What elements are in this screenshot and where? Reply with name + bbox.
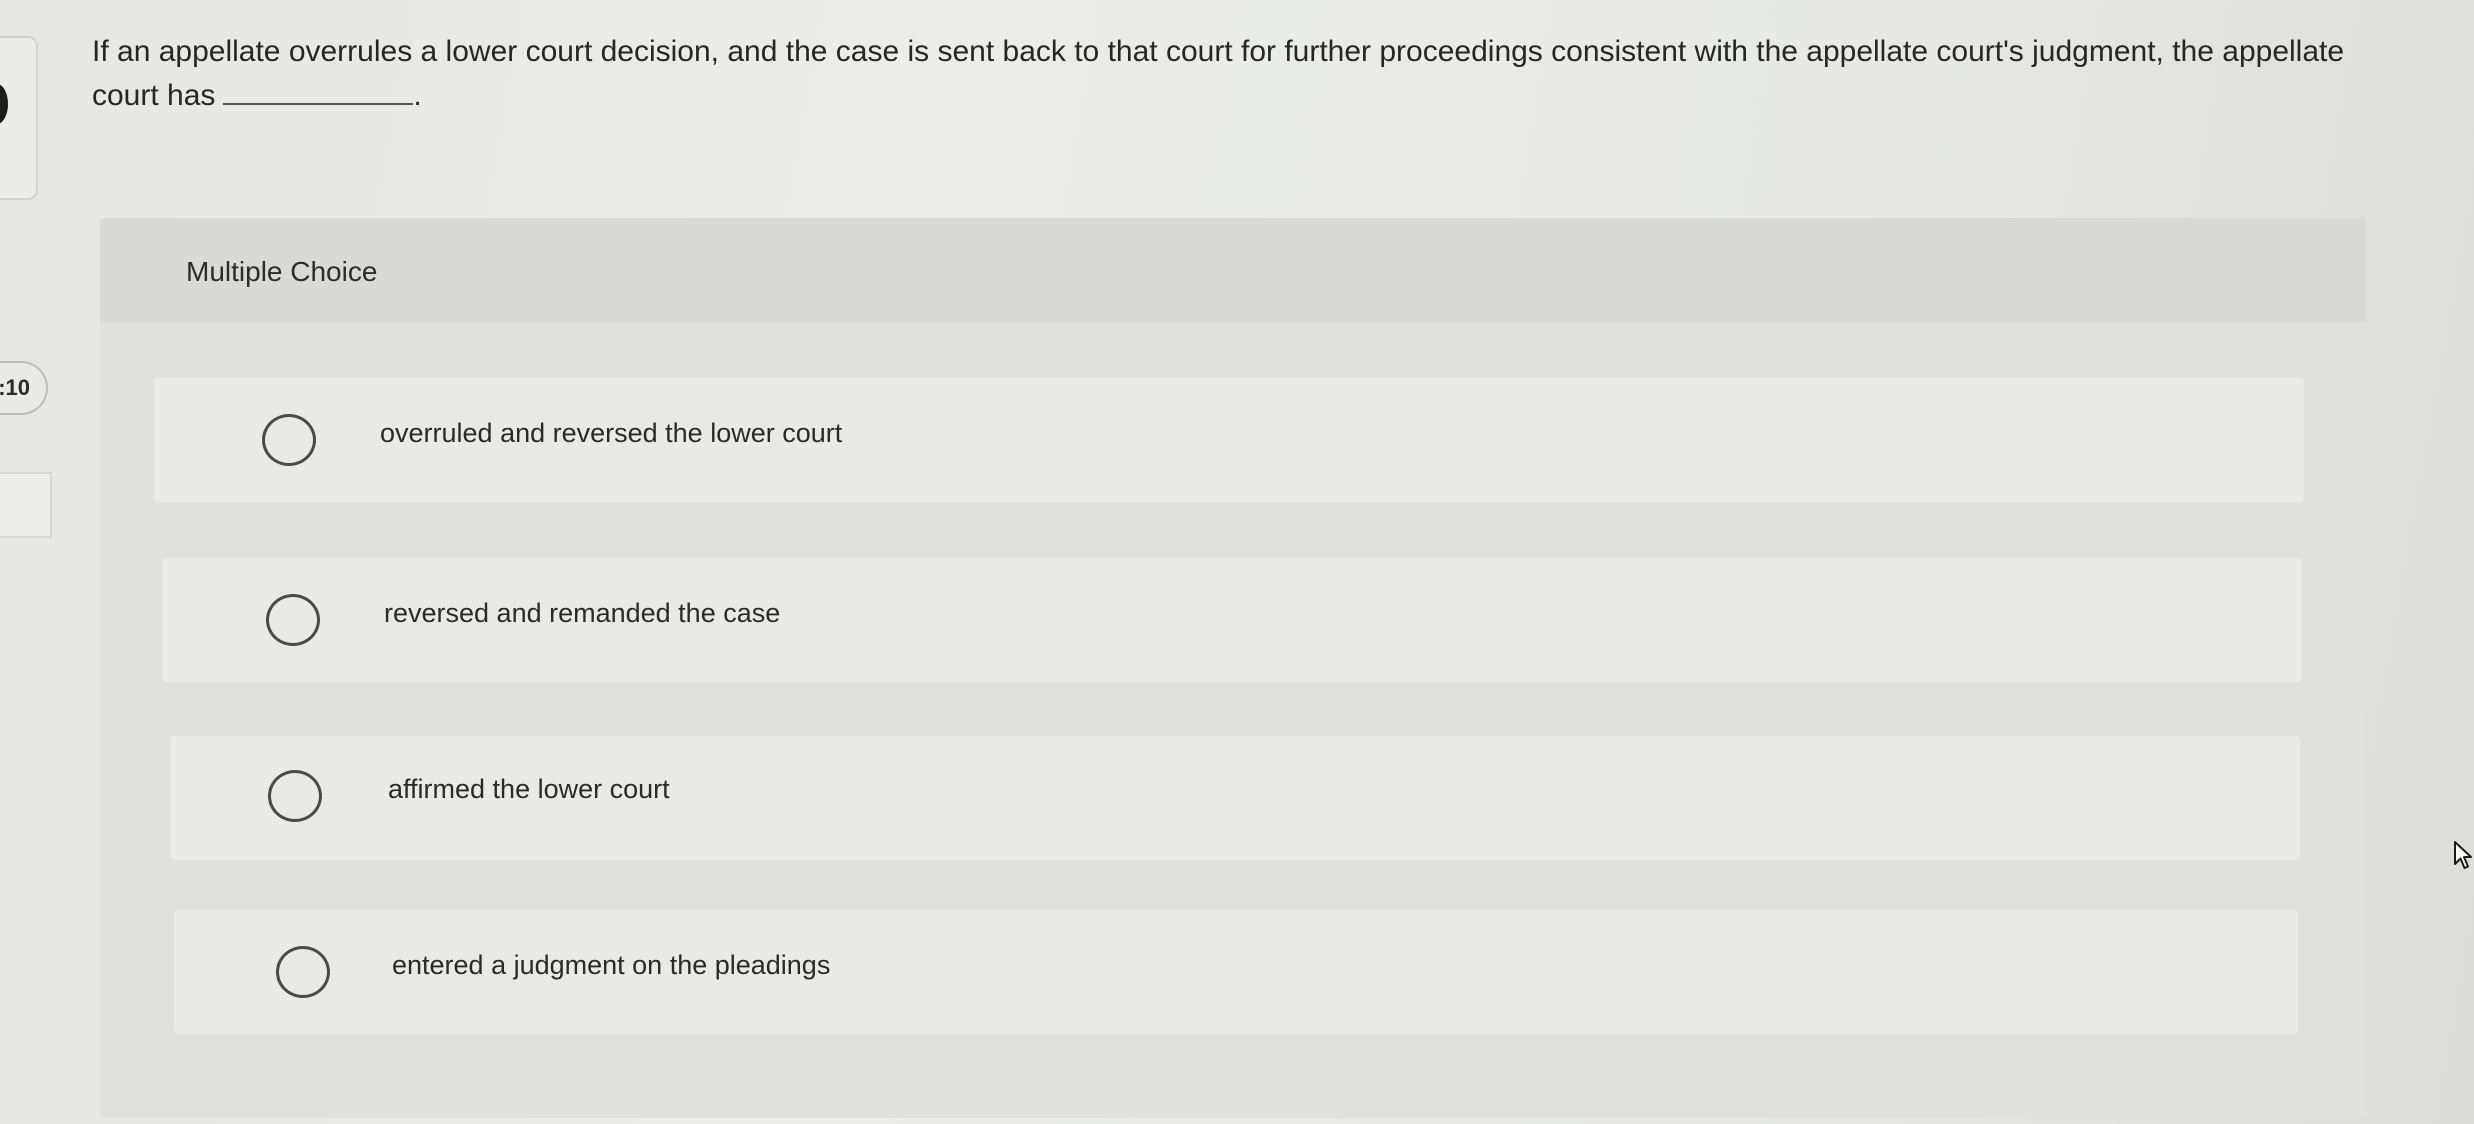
choice-option-2[interactable]: reversed and remanded the case [162, 558, 2302, 682]
multiple-choice-title: Multiple Choice [186, 256, 378, 287]
radio-button-icon[interactable] [262, 414, 316, 466]
radio-button-icon[interactable] [276, 946, 330, 998]
radio-button-icon[interactable] [268, 770, 322, 822]
timer-text: 7:10 [0, 375, 30, 400]
answer-blank [223, 79, 414, 105]
mouse-pointer-icon [2454, 841, 2472, 869]
side-panel-box [0, 472, 52, 538]
choice-option-1[interactable]: overruled and reversed the lower court [154, 378, 2304, 502]
multiple-choice-header: Multiple Choice [100, 218, 2366, 322]
side-panel-fragment [0, 36, 38, 200]
choice-label: reversed and remanded the case [384, 598, 781, 628]
multiple-choice-panel: Multiple Choice overruled and reversed t… [100, 218, 2366, 1118]
timer-badge: 7:10 [0, 361, 48, 415]
radio-button-icon[interactable] [266, 594, 320, 646]
choice-option-4[interactable]: entered a judgment on the pleadings [174, 910, 2298, 1034]
question-text: If an appellate overrules a lower court … [92, 30, 2392, 118]
question-prompt: If an appellate overrules a lower court … [92, 35, 2345, 112]
choice-option-3[interactable]: affirmed the lower court [170, 736, 2300, 860]
choice-label: affirmed the lower court [388, 774, 670, 804]
choice-label: entered a judgment on the pleadings [392, 950, 831, 980]
choice-label: overruled and reversed the lower court [380, 418, 843, 448]
question-period: . [413, 79, 422, 112]
